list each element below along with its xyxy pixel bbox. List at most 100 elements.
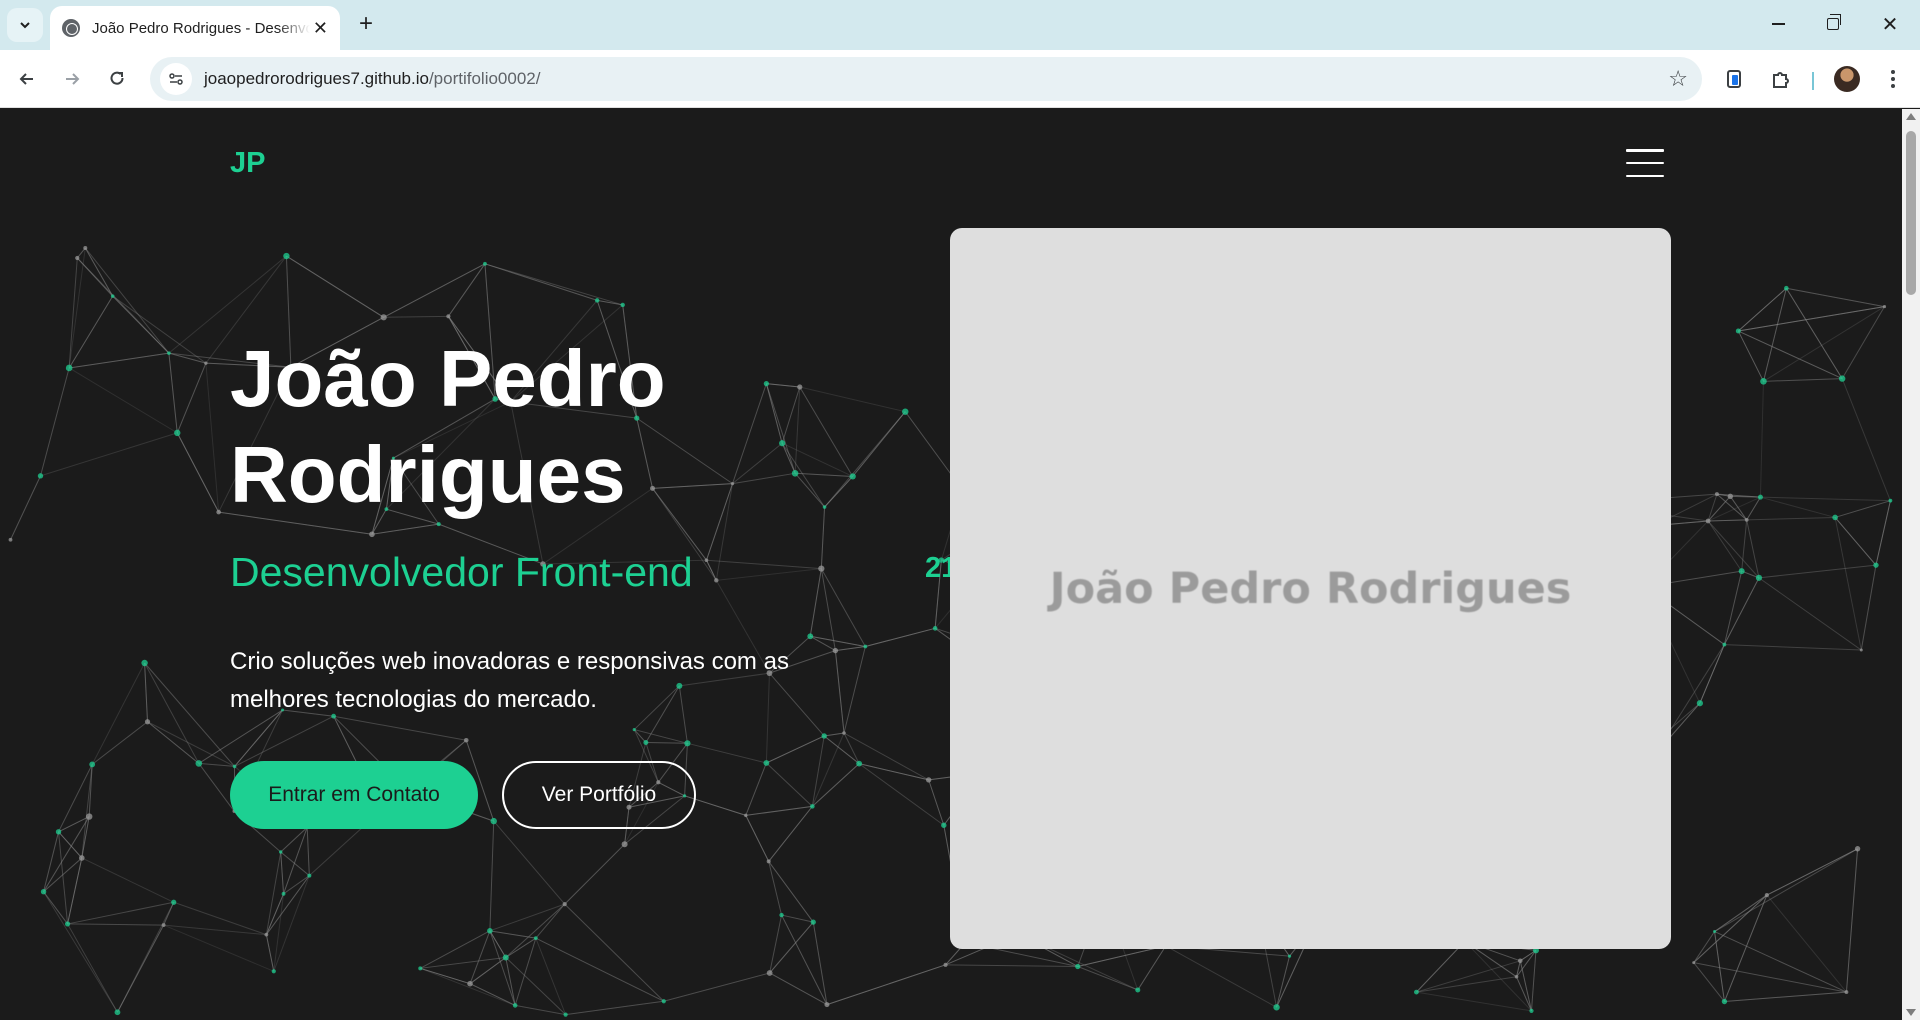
reload-button[interactable]: [100, 62, 134, 96]
network-line: [43, 831, 60, 892]
network-node: [1784, 285, 1789, 291]
scroll-up-icon[interactable]: [1906, 113, 1916, 120]
contact-button[interactable]: Entrar em Contato: [230, 761, 478, 829]
network-line: [1723, 577, 1760, 645]
network-node: [1517, 958, 1523, 964]
network-line: [198, 763, 235, 812]
network-node: [766, 970, 773, 976]
network-line: [565, 1000, 664, 1016]
network-line: [147, 721, 235, 767]
network-line: [1759, 381, 1764, 498]
network-node: [490, 817, 497, 825]
bookmark-star-icon[interactable]: ☆: [1668, 66, 1688, 92]
network-line: [273, 875, 310, 972]
network-line: [1737, 330, 1764, 382]
more-vertical-icon: [1891, 70, 1895, 88]
network-line: [67, 923, 118, 1013]
network-line: [280, 851, 310, 877]
extensions-menu-button[interactable]: [1764, 62, 1798, 96]
network-line: [1708, 519, 1747, 522]
network-node: [1721, 998, 1728, 1005]
scroll-thumb[interactable]: [1906, 131, 1916, 295]
network-line: [265, 851, 282, 935]
forward-button[interactable]: [55, 62, 89, 96]
network-node: [661, 999, 666, 1004]
new-tab-button[interactable]: +: [352, 10, 380, 38]
network-node: [1738, 568, 1745, 575]
network-line: [1724, 644, 1862, 651]
network-line: [535, 937, 567, 1015]
extension-button[interactable]: [1717, 62, 1751, 96]
scroll-down-icon[interactable]: [1906, 1009, 1916, 1016]
network-line: [484, 263, 598, 301]
network-node: [83, 245, 88, 250]
network-node: [1757, 494, 1763, 500]
network-line: [766, 762, 813, 807]
network-line: [469, 930, 491, 984]
network-line: [205, 363, 220, 513]
browser-tab[interactable]: João Pedro Rodrigues - Desenvolvedor Fro…: [50, 6, 340, 50]
site-header: JP: [0, 109, 1902, 219]
tab-search-button[interactable]: [7, 8, 43, 42]
network-node: [1705, 518, 1711, 524]
hero-subtitle: Desenvolvedor Front-end: [230, 549, 693, 595]
network-node: [161, 923, 166, 927]
network-node: [1692, 961, 1696, 965]
network-node: [621, 841, 628, 848]
network-node: [283, 252, 290, 260]
restore-button[interactable]: [1813, 8, 1853, 40]
profile-avatar[interactable]: [1834, 66, 1860, 92]
network-line: [514, 938, 537, 1006]
back-button[interactable]: [10, 62, 44, 96]
network-node: [810, 804, 815, 809]
network-node: [763, 760, 770, 766]
hamburger-menu-icon[interactable]: [1626, 149, 1664, 177]
network-node: [943, 962, 948, 967]
network-node: [856, 760, 863, 767]
network-line: [1760, 496, 1836, 518]
network-node: [1832, 514, 1838, 521]
network-line: [1845, 848, 1859, 993]
network-node: [40, 889, 47, 895]
network-line: [1746, 516, 1836, 521]
network-line: [280, 851, 285, 894]
network-line: [706, 559, 717, 581]
network-line: [1841, 378, 1891, 501]
network-line: [1760, 496, 1891, 502]
network-line: [1763, 378, 1843, 382]
network-line: [68, 247, 86, 369]
network-node: [502, 954, 509, 961]
network-line: [781, 914, 828, 1005]
network-node: [418, 966, 423, 971]
browser-menu-button[interactable]: [1876, 62, 1910, 96]
toolbar-divider: [1812, 72, 1814, 90]
page-scrollbar[interactable]: [1902, 109, 1920, 1020]
network-line: [489, 821, 495, 931]
close-window-button[interactable]: ✕: [1870, 8, 1910, 40]
network-line: [1516, 976, 1532, 1012]
close-tab-icon[interactable]: ✕: [313, 19, 328, 37]
site-info-icon[interactable]: [160, 63, 192, 95]
network-node: [1722, 642, 1727, 647]
network-node: [594, 298, 600, 303]
network-line: [144, 662, 235, 767]
network-node: [684, 740, 691, 747]
network-node: [1854, 846, 1861, 852]
network-line: [265, 875, 310, 935]
hero-title-line2: Rodrigues: [230, 430, 626, 519]
network-node: [279, 850, 283, 854]
network-line: [489, 930, 516, 1006]
network-line: [484, 263, 623, 306]
network-line: [286, 255, 384, 318]
reload-icon: [110, 71, 124, 85]
network-line: [147, 721, 200, 764]
network-node: [1287, 954, 1292, 958]
portfolio-button[interactable]: Ver Portfólio: [502, 761, 696, 829]
minimize-button[interactable]: [1758, 8, 1798, 40]
network-line: [1738, 306, 1885, 332]
network-node: [1755, 574, 1763, 581]
address-bar[interactable]: joaopedrorodrigues7.github.io/portifolio…: [150, 57, 1702, 101]
profile-photo-placeholder: João Pedro Rodrigues: [950, 228, 1671, 949]
site-logo[interactable]: JP: [230, 147, 265, 180]
network-line: [716, 568, 822, 581]
